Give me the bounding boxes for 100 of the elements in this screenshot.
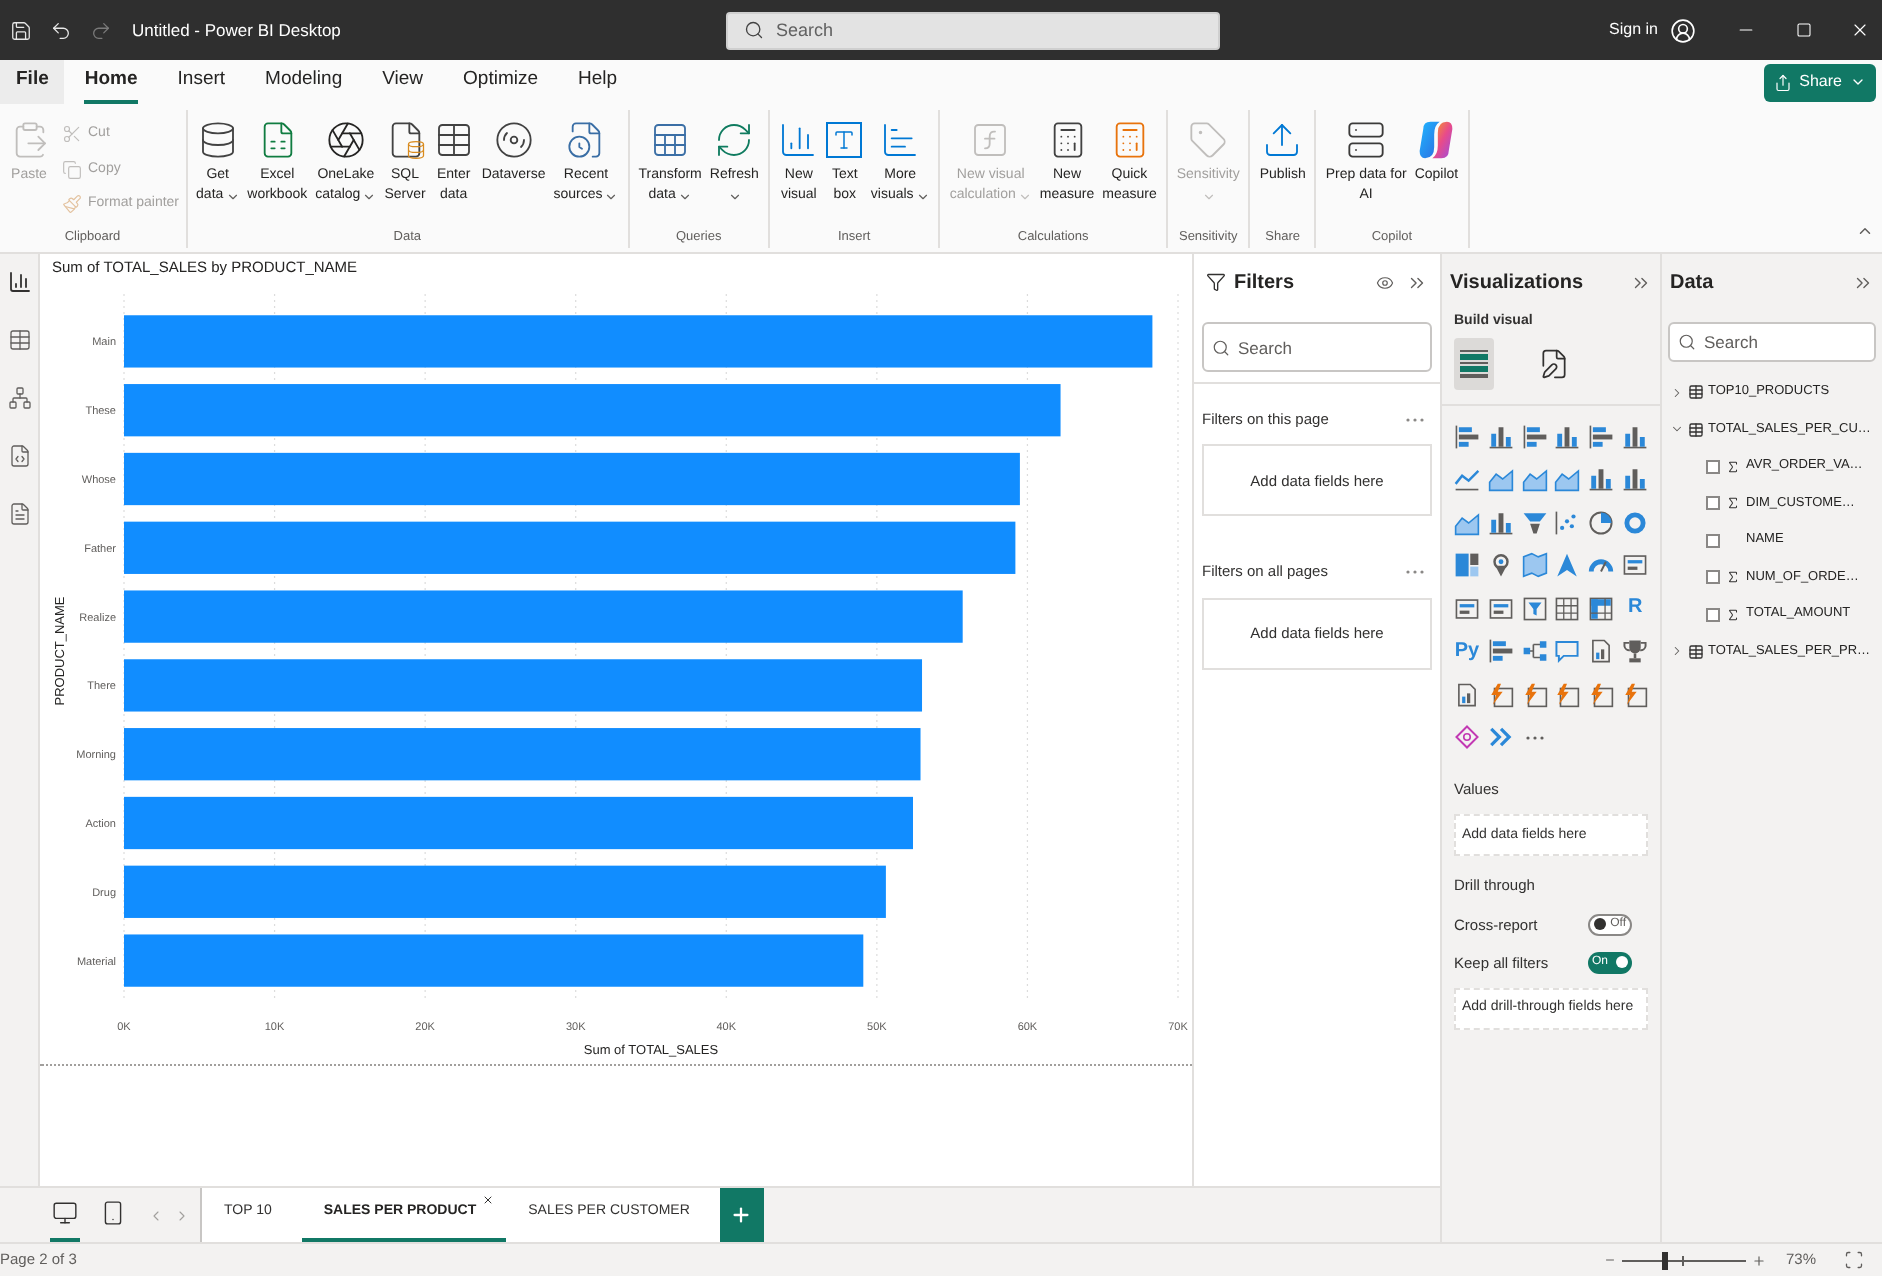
field-checkbox[interactable]	[1706, 570, 1720, 585]
scissors-icon	[62, 124, 82, 145]
card-icon[interactable]	[1622, 552, 1649, 578]
chevron-up-icon[interactable]	[1856, 222, 1874, 240]
pane-title: Filters	[1234, 269, 1295, 297]
file-clock-icon	[565, 120, 606, 160]
field-checkbox[interactable]	[1706, 496, 1720, 511]
code-file-icon[interactable]	[7, 444, 31, 468]
treemap-icon[interactable]	[1454, 552, 1480, 578]
tree-diagram-icon[interactable]	[1521, 638, 1548, 664]
sigma-icon	[1726, 459, 1740, 474]
add-page-button[interactable]	[719, 1188, 764, 1242]
search-field[interactable]: Search	[1668, 322, 1876, 362]
function-icon	[970, 120, 1011, 160]
eye-icon[interactable]	[1376, 273, 1394, 291]
slicer-icon[interactable]	[1521, 595, 1548, 621]
bar-chart-icon[interactable]	[1521, 423, 1548, 449]
menu-tab[interactable]: File	[0, 60, 65, 104]
column-chart-icon[interactable]	[1554, 423, 1581, 449]
page-pen-icon	[1538, 347, 1570, 379]
column-chart-icon[interactable]	[1487, 509, 1514, 535]
pie-chart-icon[interactable]	[1588, 509, 1615, 535]
sigma-icon	[1726, 570, 1740, 585]
close-icon[interactable]	[482, 1194, 495, 1206]
zoom-slider[interactable]	[1621, 1251, 1746, 1269]
save-icon[interactable]	[10, 19, 32, 41]
close-icon[interactable]	[1850, 20, 1870, 40]
search-icon	[1212, 338, 1230, 356]
undo-icon[interactable]	[50, 19, 72, 41]
build-visual-tab[interactable]	[1454, 337, 1494, 389]
map-pin-icon[interactable]	[1487, 552, 1514, 578]
chart-bar[interactable]	[124, 796, 913, 850]
column-chart-icon[interactable]	[7, 270, 31, 294]
refresh-icon	[714, 120, 755, 160]
search-icon	[744, 20, 764, 40]
card-icon[interactable]	[1487, 595, 1514, 621]
funnel-chart-icon[interactable]	[1521, 509, 1548, 535]
line-chart-icon[interactable]	[1454, 466, 1480, 492]
table-icon	[433, 120, 474, 160]
bolt-card-icon[interactable]	[1554, 681, 1581, 707]
search-field[interactable]: Search	[726, 11, 1220, 49]
trophy-icon[interactable]	[1622, 638, 1649, 664]
menu-tab[interactable]: Modeling	[265, 60, 343, 104]
field-checkbox[interactable]	[1706, 533, 1720, 548]
column-chart-icon[interactable]	[1487, 423, 1514, 449]
maximize-icon[interactable]	[1796, 22, 1812, 38]
chevrons-icon[interactable]	[1487, 724, 1514, 750]
document-icon[interactable]	[7, 502, 31, 526]
more-icon[interactable]	[1406, 417, 1424, 422]
matrix-icon[interactable]	[1588, 595, 1615, 621]
sigma-icon	[1726, 496, 1740, 511]
column-chart-icon[interactable]	[1622, 423, 1649, 449]
bolt-card-icon[interactable]	[1487, 681, 1514, 707]
card-icon[interactable]	[1454, 595, 1480, 621]
share-button[interactable]: Share	[1763, 63, 1876, 101]
menu-tab[interactable]: View	[382, 60, 424, 104]
slider-thumb[interactable]	[1662, 1251, 1669, 1269]
column-chart-icon	[778, 120, 819, 160]
area-chart-icon[interactable]	[1521, 466, 1548, 492]
speech-bubble-icon[interactable]	[1554, 638, 1581, 664]
stacked-bars-icon	[1458, 347, 1490, 379]
field-checkbox[interactable]	[1706, 607, 1720, 622]
document-icon[interactable]	[1588, 638, 1615, 664]
bar-chart-icon[interactable]	[1454, 423, 1480, 449]
menu-tab[interactable]: Optimize	[463, 60, 539, 104]
bolt-card-icon[interactable]	[1622, 681, 1649, 707]
bolt-card-icon[interactable]	[1588, 681, 1615, 707]
table-icon	[1688, 384, 1704, 401]
aperture-icon	[325, 120, 366, 160]
search-field[interactable]: Search	[1202, 322, 1432, 372]
more-icon[interactable]	[1406, 569, 1424, 574]
sign-in-link[interactable]: Sign in	[1609, 18, 1658, 42]
scatter-chart-icon[interactable]	[1554, 509, 1581, 535]
chart-bar[interactable]	[124, 452, 1020, 506]
map-icon[interactable]	[1521, 552, 1548, 578]
area-chart-icon[interactable]	[1487, 466, 1514, 492]
area-chart-icon[interactable]	[1454, 509, 1480, 535]
table-icon[interactable]	[1554, 595, 1581, 621]
avatar-icon[interactable]	[1670, 17, 1696, 43]
bolt-card-icon[interactable]	[1521, 681, 1548, 707]
column-chart-icon[interactable]	[1622, 466, 1649, 492]
menu-tab[interactable]: Insert	[177, 60, 226, 104]
disc-icon	[493, 120, 534, 160]
table-icon[interactable]	[7, 328, 31, 352]
chevron-down-icon	[1670, 422, 1684, 437]
document-icon[interactable]	[1454, 681, 1480, 707]
paintbrush-icon	[62, 194, 82, 215]
column-chart-icon[interactable]	[1588, 466, 1615, 492]
bar-chart-icon[interactable]	[1588, 423, 1615, 449]
corners-icon[interactable]	[1844, 1250, 1864, 1270]
network-icon[interactable]	[7, 386, 31, 410]
filter-icon	[1206, 272, 1226, 292]
area-chart-icon[interactable]	[1554, 466, 1581, 492]
menu-tab[interactable]: Help	[578, 60, 618, 104]
field-checkbox[interactable]	[1706, 459, 1720, 474]
diamond-icon[interactable]	[1454, 724, 1480, 750]
donut-chart-icon[interactable]	[1622, 509, 1649, 535]
bar-chart-icon[interactable]	[1487, 638, 1514, 664]
plus-icon	[730, 1204, 753, 1226]
navigation-arrow-icon[interactable]	[1554, 552, 1581, 578]
